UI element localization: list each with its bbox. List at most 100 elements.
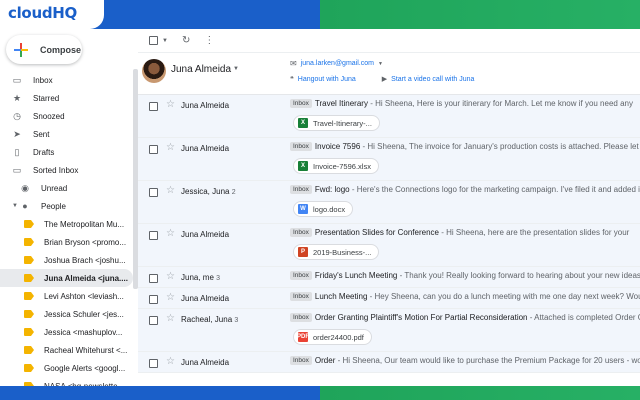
compose-label: Compose xyxy=(40,44,82,55)
label-tag-icon xyxy=(24,292,34,300)
sidebar-item-label: Drafts xyxy=(33,147,55,157)
email-checkbox[interactable] xyxy=(149,231,158,240)
sidebar-item-label: Racheal Whitehurst <... xyxy=(44,345,128,355)
star-icon[interactable]: ☆ xyxy=(166,228,175,239)
attachment-chip[interactable]: X Travel-Itinerary-... xyxy=(293,115,380,131)
sidebar-item-person[interactable]: Racheal Whitehurst <... xyxy=(0,341,133,359)
sidebar-item-starred[interactable]: ★ Starred xyxy=(0,89,133,107)
email-sender: Juna, me 3 xyxy=(181,273,220,282)
sender-name: Jessica, Juna xyxy=(181,187,230,196)
sidebar-item-person[interactable]: Levi Ashton <leviash... xyxy=(0,287,133,305)
star-icon[interactable]: ☆ xyxy=(166,292,175,303)
sidebar-item-person[interactable]: Juna Almeida <juna.... xyxy=(0,269,133,287)
more-options-icon[interactable]: ⋮ xyxy=(204,35,214,46)
refresh-icon[interactable]: ↻ xyxy=(182,35,190,46)
sidebar-item-person[interactable]: Jessica <mashuplov... xyxy=(0,323,133,341)
label-tag-icon xyxy=(24,238,34,246)
sender-name: Juna Almeida xyxy=(181,230,230,239)
email-row[interactable]: ☆ Juna Almeida Inbox Order - Hi Sheena, Our… xyxy=(138,352,640,373)
sidebar-item-unread[interactable]: ◉ Unread xyxy=(0,179,133,197)
attachment-name: logo.docx xyxy=(313,204,346,214)
contact-avatar xyxy=(142,59,166,83)
compose-button[interactable]: Compose xyxy=(6,35,82,64)
email-subject: Presentation Slides for Conference xyxy=(314,228,439,237)
star-icon[interactable]: ☆ xyxy=(166,185,175,196)
sidebar-item-sent[interactable]: ➤ Sent xyxy=(0,125,133,143)
attachment-chip[interactable]: X Invoice-7596.xlsx xyxy=(293,158,379,174)
label-tag-icon xyxy=(24,256,34,264)
star-icon[interactable]: ☆ xyxy=(166,99,175,110)
sidebar-item-person[interactable]: Jessica Schuler <jes... xyxy=(0,305,133,323)
contact-menu-icon[interactable]: ▼ xyxy=(233,66,239,72)
clock-icon: ◷ xyxy=(13,110,21,121)
main-pane: ▼ ↻ ⋮ Juna Almeida ▼ ✉ juna.larken@gmail… xyxy=(138,29,640,386)
email-checkbox[interactable] xyxy=(149,145,158,154)
email-snippet: Inbox Invoice 7596 - Hi Sheena, The invoi… xyxy=(290,142,640,151)
sidebar-item-sorted-inbox[interactable]: ▭ Sorted Inbox xyxy=(0,161,133,179)
person-icon: ● xyxy=(22,201,28,211)
email-checkbox[interactable] xyxy=(149,316,158,325)
email-row[interactable]: ☆ Juna Almeida Inbox Invoice 7596 - Hi Shee… xyxy=(138,138,640,181)
video-icon: ▶ xyxy=(381,76,388,83)
inbox-badge: Inbox xyxy=(290,271,312,280)
contact-email-row[interactable]: ✉ juna.larken@gmail.com ▼ xyxy=(290,59,383,68)
sidebar-item-person[interactable]: Joshua Brach <joshu... xyxy=(0,251,133,269)
email-row[interactable]: ☆ Jessica, Juna 2 Inbox Fwd: logo - Here's … xyxy=(138,181,640,224)
email-checkbox[interactable] xyxy=(149,274,158,283)
email-checkbox[interactable] xyxy=(149,188,158,197)
email-row[interactable]: ☆ Juna Almeida Inbox Presentation Slides fo… xyxy=(138,224,640,267)
select-dropdown-icon[interactable]: ▼ xyxy=(162,38,168,44)
email-checkbox[interactable] xyxy=(149,102,158,111)
send-icon: ➤ xyxy=(13,128,21,139)
email-checkbox[interactable] xyxy=(149,359,158,368)
email-snippet: Inbox Presentation Slides for Conference … xyxy=(290,228,640,237)
inbox-icon: ▭ xyxy=(12,74,22,85)
sidebar-item-people[interactable]: ▼ ● People xyxy=(0,197,133,215)
sidebar-item-label: Starred xyxy=(33,93,60,103)
attachment-name: Invoice-7596.xlsx xyxy=(313,161,371,171)
email-checkbox[interactable] xyxy=(149,295,158,304)
email-preview: - Hi Sheena, The invoice for January's p… xyxy=(360,142,640,151)
hangout-link[interactable]: ❝ Hangout with Juna xyxy=(290,75,356,83)
sidebar-item-label: Jessica Schuler <jes... xyxy=(44,309,124,319)
toolbar: ▼ ↻ ⋮ xyxy=(138,29,640,53)
hangout-icon: ❝ xyxy=(290,76,294,83)
thread-count: 2 xyxy=(231,189,236,196)
sidebar-item-person[interactable]: NASA <hq-newslette... xyxy=(0,377,133,386)
email-preview: - Attached is completed Order Granting xyxy=(529,313,640,322)
email-snippet: Inbox Lunch Meeting - Hey Sheena, can you… xyxy=(290,292,640,301)
sender-name: Juna Almeida xyxy=(181,358,230,367)
sidebar-item-inbox[interactable]: ▭ Inbox xyxy=(0,71,133,89)
email-row[interactable]: ☆ Juna Almeida Inbox Travel Itinerary - Hi … xyxy=(138,95,640,138)
sidebar-item-label: Inbox xyxy=(33,75,53,85)
attachment-chip[interactable]: P 2019-Business-... xyxy=(293,244,380,260)
select-all-checkbox[interactable] xyxy=(149,36,158,45)
sidebar-item-label: Sent xyxy=(33,129,50,139)
email-row[interactable]: ☆ Juna Almeida Inbox Lunch Meeting - Hey Sh… xyxy=(138,288,640,309)
sidebar-item-person[interactable]: The Metropolitan Mu... xyxy=(0,215,133,233)
email-preview: - Thank you! Really looking forward to h… xyxy=(397,271,640,280)
contact-email[interactable]: juna.larken@gmail.com xyxy=(301,60,374,67)
attachment-chip[interactable]: Wlogo.docx xyxy=(293,201,354,217)
email-row[interactable]: ☆ Juna, me 3 Inbox Friday's Lunch Meeting -… xyxy=(138,267,640,288)
star-icon[interactable]: ☆ xyxy=(166,142,175,153)
star-icon[interactable]: ☆ xyxy=(166,356,175,367)
inbox-badge: Inbox xyxy=(290,313,312,322)
attachment-chip[interactable]: PDF order24400.pdf xyxy=(293,329,372,345)
sidebar-item-person[interactable]: Brian Bryson <promo... xyxy=(0,233,133,251)
video-call-link[interactable]: ▶ Start a video call with Juna xyxy=(382,75,475,83)
sidebar-item-snoozed[interactable]: ◷ Snoozed xyxy=(0,107,133,125)
inbox-badge: Inbox xyxy=(290,228,312,237)
email-subject: Travel Itinerary xyxy=(314,99,368,108)
email-menu-icon[interactable]: ▼ xyxy=(378,61,383,67)
email-row[interactable]: ☆ Racheal, Juna 3 Inbox Order Granting Plai… xyxy=(138,309,640,352)
sidebar-item-person[interactable]: Google Alerts <googl... xyxy=(0,359,133,377)
chevron-down-icon[interactable]: ▼ xyxy=(12,203,20,209)
sidebar-item-label: People xyxy=(41,201,66,211)
cloudhq-banner-bottom xyxy=(0,386,640,400)
star-icon[interactable]: ☆ xyxy=(166,313,175,324)
sidebar-item-drafts[interactable]: ▯ Drafts xyxy=(0,143,133,161)
thread-count: 3 xyxy=(216,275,221,282)
star-icon[interactable]: ☆ xyxy=(166,271,175,282)
sidebar-item-label: Sorted Inbox xyxy=(33,165,79,175)
